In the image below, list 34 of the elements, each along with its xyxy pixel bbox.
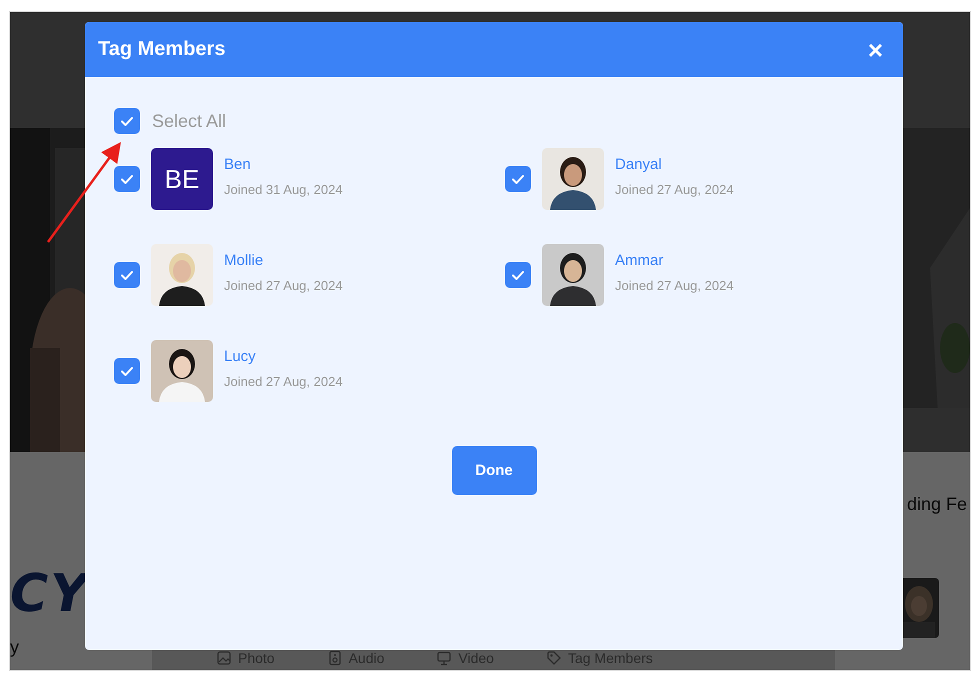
close-button[interactable]: × bbox=[866, 36, 885, 62]
image-icon bbox=[216, 650, 232, 666]
text-fragment: y bbox=[10, 638, 20, 656]
done-button[interactable]: Done bbox=[452, 446, 536, 495]
speaker-icon bbox=[326, 650, 343, 666]
modal-title: Tag Members bbox=[98, 38, 226, 61]
checkmark-icon bbox=[121, 174, 133, 184]
member-checkbox[interactable] bbox=[505, 262, 531, 288]
avatar-initials: BE bbox=[151, 148, 213, 210]
checkmark-icon bbox=[512, 174, 524, 184]
member-name[interactable]: Mollie bbox=[224, 252, 343, 269]
tag-icon bbox=[546, 650, 562, 666]
member-checkbox[interactable] bbox=[114, 358, 140, 384]
member-name[interactable]: Ben bbox=[224, 156, 343, 173]
joined-date: Joined 27 Aug, 2024 bbox=[615, 182, 734, 197]
joined-date: Joined 27 Aug, 2024 bbox=[615, 278, 734, 293]
select-all-checkbox[interactable] bbox=[114, 108, 140, 134]
joined-date: Joined 31 Aug, 2024 bbox=[224, 182, 343, 197]
joined-date: Joined 27 Aug, 2024 bbox=[224, 278, 343, 293]
member-name[interactable]: Danyal bbox=[615, 156, 734, 173]
joined-date: Joined 27 Aug, 2024 bbox=[224, 374, 343, 389]
checkmark-icon bbox=[121, 366, 133, 376]
member-checkbox[interactable] bbox=[114, 166, 140, 192]
select-all-label: Select All bbox=[152, 110, 226, 132]
member-name[interactable]: Lucy bbox=[224, 348, 343, 365]
section-heading: ding Fe bbox=[907, 494, 968, 516]
member-checkbox[interactable] bbox=[114, 262, 140, 288]
member-checkbox[interactable] bbox=[505, 166, 531, 192]
brand-text: CY bbox=[10, 568, 91, 620]
checkmark-icon bbox=[121, 116, 133, 126]
checkmark-icon bbox=[512, 270, 524, 280]
member-name[interactable]: Ammar bbox=[615, 252, 734, 269]
checkmark-icon bbox=[121, 270, 133, 280]
monitor-icon bbox=[436, 650, 452, 666]
